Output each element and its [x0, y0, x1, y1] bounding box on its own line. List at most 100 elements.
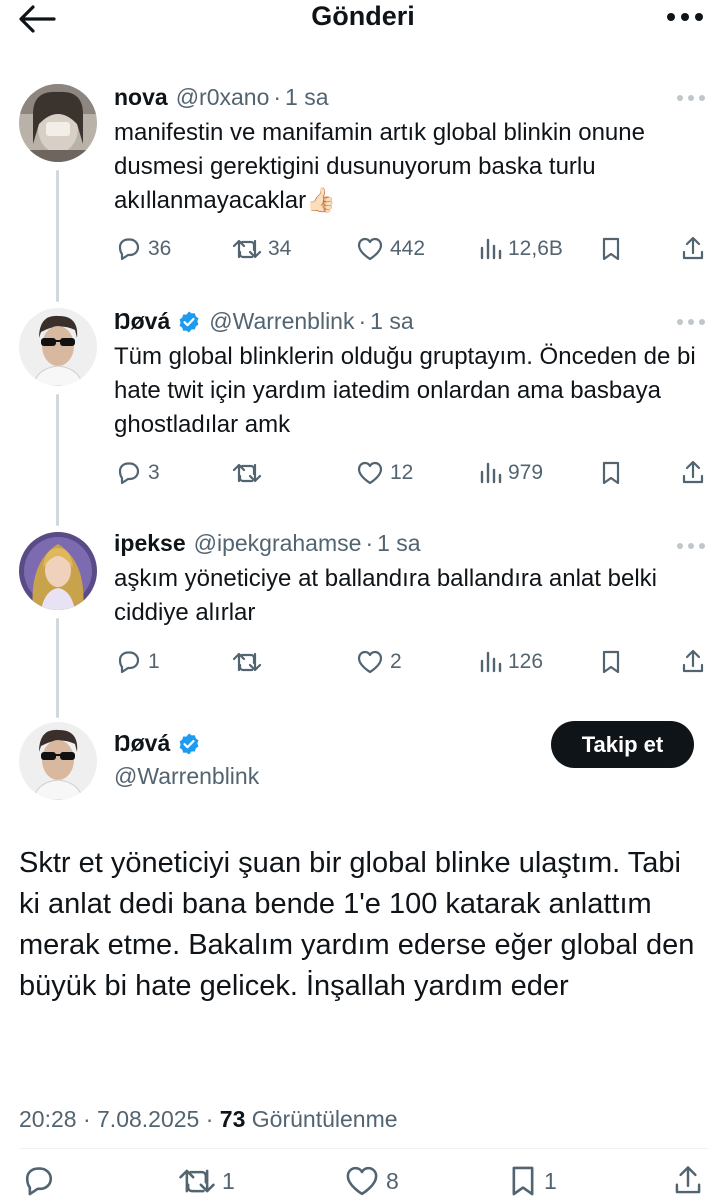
author-name[interactable]: ipekse [114, 530, 186, 557]
heart-icon [346, 1166, 378, 1196]
retweet-count: 1 [222, 1167, 235, 1194]
views-chart-icon [480, 462, 502, 484]
views-count: 12,6B [508, 237, 563, 260]
like-button[interactable]: 8 [344, 1164, 399, 1198]
follow-button[interactable]: Takip et [551, 721, 694, 768]
views-count: 126 [508, 650, 544, 673]
like-count: 2 [390, 650, 402, 673]
retweet-button[interactable]: 1 [178, 1164, 235, 1198]
bookmark-icon [602, 461, 620, 485]
reply-button[interactable]: 36 [116, 232, 171, 266]
thread-connector [56, 170, 59, 302]
more-horizontal-icon [667, 13, 703, 21]
retweet-count: 34 [268, 237, 292, 260]
author-name[interactable]: Ŋøvá [114, 730, 170, 757]
avatar[interactable] [19, 532, 97, 610]
retweet-icon [232, 463, 262, 483]
author-handle[interactable]: @Warrenblink [114, 763, 259, 790]
post-time[interactable]: 20:28 [19, 1106, 77, 1132]
reply-button[interactable] [22, 1164, 56, 1198]
reply-button[interactable]: 3 [116, 456, 160, 490]
views-chart-icon [480, 238, 502, 260]
like-count: 12 [390, 461, 414, 484]
tweet-text: manifestin ve manifamin artık global bli… [114, 119, 645, 214]
separator-dot: · [365, 530, 374, 556]
tweet-actions: 36 34 442 12,6B [114, 232, 710, 266]
avatar[interactable] [19, 308, 97, 386]
like-button[interactable]: 2 [356, 645, 402, 679]
views-count: 73 [219, 1106, 246, 1132]
thread-connector [56, 618, 59, 718]
tweet-more-button[interactable] [676, 537, 706, 551]
bookmark-icon [602, 237, 620, 261]
views-chart-icon [480, 651, 502, 673]
tweet-actions: 3 12 979 [114, 456, 710, 490]
reply-icon [25, 1167, 53, 1196]
tweet-actions: 1 2 126 [114, 645, 710, 679]
tweet-meta: 20:28 · 7.08.2025 · 73 Görüntülenme [19, 1106, 398, 1133]
timestamp[interactable]: 1 sa [370, 308, 413, 335]
bookmark-icon [602, 650, 620, 674]
retweet-button[interactable] [232, 645, 268, 679]
avatar[interactable] [19, 722, 97, 800]
reply-button[interactable]: 1 [116, 645, 160, 679]
reply-count: 36 [148, 237, 172, 260]
verified-badge-icon [177, 732, 201, 756]
retweet-icon [232, 239, 262, 259]
share-button[interactable] [680, 232, 706, 266]
tweet-more-button[interactable] [676, 89, 706, 103]
more-options-button[interactable] [660, 4, 704, 30]
heart-icon [357, 237, 383, 261]
bookmark-icon [512, 1166, 534, 1196]
bookmark-button[interactable]: 1 [508, 1164, 557, 1198]
separator-dot: · [358, 308, 367, 334]
author-handle[interactable]: @Warrenblink [209, 308, 354, 335]
author-name[interactable]: Ŋøvá [114, 308, 170, 335]
timestamp[interactable]: 1 sa [285, 84, 328, 111]
more-horizontal-icon [677, 95, 705, 101]
author-handle[interactable]: @r0xano [176, 84, 270, 111]
bookmark-button[interactable] [600, 456, 622, 490]
views-button[interactable]: 126 [478, 645, 543, 679]
heart-icon [357, 650, 383, 674]
views-button[interactable]: 12,6B [478, 232, 563, 266]
reply-count: 3 [148, 461, 160, 484]
share-icon [682, 649, 704, 673]
more-horizontal-icon [677, 543, 705, 549]
timestamp[interactable]: 1 sa [377, 530, 420, 557]
retweet-icon [232, 652, 262, 672]
bookmark-button[interactable] [600, 645, 622, 679]
bookmark-button[interactable] [600, 232, 622, 266]
main-tweet-actions: 1 8 1 [0, 1164, 726, 1200]
share-icon [675, 1166, 701, 1194]
separator-dot: · [205, 1106, 214, 1132]
separator-dot: · [273, 84, 282, 110]
share-button[interactable] [680, 645, 706, 679]
share-button[interactable] [672, 1164, 704, 1198]
divider [19, 1148, 709, 1149]
tweet-more-button[interactable] [676, 313, 706, 327]
like-button[interactable]: 12 [356, 456, 413, 490]
page-title: Gönderi [311, 1, 415, 31]
share-icon [682, 460, 704, 484]
retweet-button[interactable]: 34 [232, 232, 291, 266]
tweet-text: Tüm global blinklerin olduğu gruptayım. … [114, 343, 696, 438]
views-count: 979 [508, 461, 544, 484]
avatar[interactable] [19, 84, 97, 162]
share-button[interactable] [680, 456, 706, 490]
views-button[interactable]: 979 [478, 456, 543, 490]
like-button[interactable]: 442 [356, 232, 425, 266]
tweet-text: Sktr et yöneticiyi şuan bir global blink… [19, 847, 695, 1002]
bookmark-count: 1 [544, 1167, 557, 1194]
tweet-text: aşkım yöneticiye at ballandıra ballandır… [114, 565, 657, 626]
top-bar: Gönderi [0, 0, 726, 40]
views-label: Görüntülenme [251, 1106, 398, 1132]
thread-connector [56, 394, 59, 526]
retweet-button[interactable] [232, 456, 268, 490]
post-date[interactable]: 7.08.2025 [97, 1106, 199, 1132]
author-name[interactable]: nova [114, 84, 168, 111]
reply-count: 1 [148, 650, 160, 673]
like-count: 442 [390, 237, 426, 260]
author-handle[interactable]: @ipekgrahamse [194, 530, 362, 557]
verified-badge-icon [177, 310, 201, 334]
